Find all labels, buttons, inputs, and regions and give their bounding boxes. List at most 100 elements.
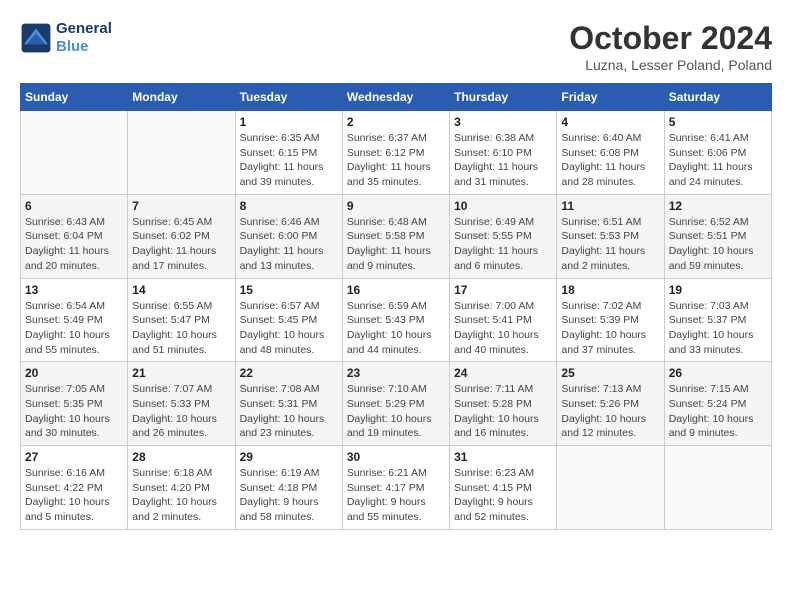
location-title: Luzna, Lesser Poland, Poland xyxy=(569,57,772,73)
day-number: 8 xyxy=(240,199,338,213)
calendar-day-cell: 23Sunrise: 7:10 AM Sunset: 5:29 PM Dayli… xyxy=(342,362,449,446)
day-info: Sunrise: 6:46 AM Sunset: 6:00 PM Dayligh… xyxy=(240,215,338,274)
calendar-table: SundayMondayTuesdayWednesdayThursdayFrid… xyxy=(20,83,772,530)
day-number: 14 xyxy=(132,283,230,297)
month-title: October 2024 xyxy=(569,20,772,57)
page-header: General Blue October 2024 Luzna, Lesser … xyxy=(20,20,772,73)
day-info: Sunrise: 6:35 AM Sunset: 6:15 PM Dayligh… xyxy=(240,131,338,190)
day-info: Sunrise: 6:43 AM Sunset: 6:04 PM Dayligh… xyxy=(25,215,123,274)
day-number: 6 xyxy=(25,199,123,213)
calendar-day-cell: 31 Sunrise: 6:23 AM Sunset: 4:15 PM Dayli… xyxy=(450,446,557,530)
day-info: Sunrise: 7:02 AM Sunset: 5:39 PM Dayligh… xyxy=(561,299,659,358)
day-number: 21 xyxy=(132,366,230,380)
day-header: Saturday xyxy=(664,84,771,111)
day-header: Thursday xyxy=(450,84,557,111)
calendar-day-cell: 13 Sunrise: 6:54 AM Sunset: 5:49 PM Dayli… xyxy=(21,278,128,362)
calendar-day-cell: 16 Sunrise: 6:59 AM Sunset: 5:43 PM Dayli… xyxy=(342,278,449,362)
day-number: 10 xyxy=(454,199,552,213)
day-number: 15 xyxy=(240,283,338,297)
day-number: 19 xyxy=(669,283,767,297)
calendar-day-cell: 14 Sunrise: 6:55 AM Sunset: 5:47 PM Dayli… xyxy=(128,278,235,362)
calendar-day-cell: 15Sunrise: 6:57 AM Sunset: 5:45 PM Dayli… xyxy=(235,278,342,362)
logo: General Blue xyxy=(20,20,112,56)
day-header: Sunday xyxy=(21,84,128,111)
calendar-day-cell xyxy=(21,111,128,195)
day-number: 26 xyxy=(669,366,767,380)
calendar-day-cell: 5Sunrise: 6:41 AM Sunset: 6:06 PM Daylig… xyxy=(664,111,771,195)
day-number: 7 xyxy=(132,199,230,213)
calendar-day-cell: 25 Sunrise: 7:13 AM Sunset: 5:26 PM Dayli… xyxy=(557,362,664,446)
day-header: Friday xyxy=(557,84,664,111)
calendar-day-cell: 26 Sunrise: 7:15 AM Sunset: 5:24 PM Dayli… xyxy=(664,362,771,446)
day-info: Sunrise: 7:15 AM Sunset: 5:24 PM Dayligh… xyxy=(669,382,767,441)
day-info: Sunrise: 6:23 AM Sunset: 4:15 PM Dayligh… xyxy=(454,466,552,525)
day-info: Sunrise: 6:19 AM Sunset: 4:18 PM Dayligh… xyxy=(240,466,338,525)
day-info: Sunrise: 6:18 AM Sunset: 4:20 PM Dayligh… xyxy=(132,466,230,525)
calendar-day-cell: 27 Sunrise: 6:16 AM Sunset: 4:22 PM Dayli… xyxy=(21,446,128,530)
day-number: 23 xyxy=(347,366,445,380)
calendar-day-cell: 24Sunrise: 7:11 AM Sunset: 5:28 PM Dayli… xyxy=(450,362,557,446)
day-number: 3 xyxy=(454,115,552,129)
calendar-week-row: 1Sunrise: 6:35 AM Sunset: 6:15 PM Daylig… xyxy=(21,111,772,195)
day-number: 28 xyxy=(132,450,230,464)
calendar-day-cell: 28 Sunrise: 6:18 AM Sunset: 4:20 PM Dayli… xyxy=(128,446,235,530)
calendar-day-cell: 30 Sunrise: 6:21 AM Sunset: 4:17 PM Dayli… xyxy=(342,446,449,530)
calendar-day-cell: 7 Sunrise: 6:45 AM Sunset: 6:02 PM Daylig… xyxy=(128,194,235,278)
calendar-day-cell: 9Sunrise: 6:48 AM Sunset: 5:58 PM Daylig… xyxy=(342,194,449,278)
calendar-day-cell: 8 Sunrise: 6:46 AM Sunset: 6:00 PM Daylig… xyxy=(235,194,342,278)
day-number: 18 xyxy=(561,283,659,297)
day-number: 2 xyxy=(347,115,445,129)
day-number: 22 xyxy=(240,366,338,380)
day-info: Sunrise: 6:45 AM Sunset: 6:02 PM Dayligh… xyxy=(132,215,230,274)
day-info: Sunrise: 7:11 AM Sunset: 5:28 PM Dayligh… xyxy=(454,382,552,441)
calendar-day-cell xyxy=(664,446,771,530)
calendar-day-cell: 6 Sunrise: 6:43 AM Sunset: 6:04 PM Daylig… xyxy=(21,194,128,278)
day-info: Sunrise: 6:38 AM Sunset: 6:10 PM Dayligh… xyxy=(454,131,552,190)
calendar-day-cell: 12 Sunrise: 6:52 AM Sunset: 5:51 PM Dayli… xyxy=(664,194,771,278)
day-info: Sunrise: 7:00 AM Sunset: 5:41 PM Dayligh… xyxy=(454,299,552,358)
calendar-day-cell: 4Sunrise: 6:40 AM Sunset: 6:08 PM Daylig… xyxy=(557,111,664,195)
title-area: October 2024 Luzna, Lesser Poland, Polan… xyxy=(569,20,772,73)
day-number: 20 xyxy=(25,366,123,380)
day-header: Monday xyxy=(128,84,235,111)
day-info: Sunrise: 7:08 AM Sunset: 5:31 PM Dayligh… xyxy=(240,382,338,441)
day-info: Sunrise: 6:51 AM Sunset: 5:53 PM Dayligh… xyxy=(561,215,659,274)
day-number: 27 xyxy=(25,450,123,464)
calendar-day-cell: 2 Sunrise: 6:37 AM Sunset: 6:12 PM Daylig… xyxy=(342,111,449,195)
calendar-day-cell: 29Sunrise: 6:19 AM Sunset: 4:18 PM Dayli… xyxy=(235,446,342,530)
calendar-day-cell: 19 Sunrise: 7:03 AM Sunset: 5:37 PM Dayli… xyxy=(664,278,771,362)
calendar-day-cell: 3 Sunrise: 6:38 AM Sunset: 6:10 PM Daylig… xyxy=(450,111,557,195)
calendar-day-cell: 10 Sunrise: 6:49 AM Sunset: 5:55 PM Dayli… xyxy=(450,194,557,278)
calendar-week-row: 27 Sunrise: 6:16 AM Sunset: 4:22 PM Dayli… xyxy=(21,446,772,530)
day-info: Sunrise: 7:07 AM Sunset: 5:33 PM Dayligh… xyxy=(132,382,230,441)
day-number: 13 xyxy=(25,283,123,297)
calendar-day-cell: 17 Sunrise: 7:00 AM Sunset: 5:41 PM Dayli… xyxy=(450,278,557,362)
day-info: Sunrise: 7:13 AM Sunset: 5:26 PM Dayligh… xyxy=(561,382,659,441)
day-info: Sunrise: 7:03 AM Sunset: 5:37 PM Dayligh… xyxy=(669,299,767,358)
day-info: Sunrise: 6:37 AM Sunset: 6:12 PM Dayligh… xyxy=(347,131,445,190)
day-info: Sunrise: 6:21 AM Sunset: 4:17 PM Dayligh… xyxy=(347,466,445,525)
day-info: Sunrise: 6:59 AM Sunset: 5:43 PM Dayligh… xyxy=(347,299,445,358)
day-header: Tuesday xyxy=(235,84,342,111)
day-number: 31 xyxy=(454,450,552,464)
calendar-week-row: 13 Sunrise: 6:54 AM Sunset: 5:49 PM Dayli… xyxy=(21,278,772,362)
day-info: Sunrise: 6:16 AM Sunset: 4:22 PM Dayligh… xyxy=(25,466,123,525)
day-number: 16 xyxy=(347,283,445,297)
day-info: Sunrise: 6:55 AM Sunset: 5:47 PM Dayligh… xyxy=(132,299,230,358)
calendar-week-row: 6 Sunrise: 6:43 AM Sunset: 6:04 PM Daylig… xyxy=(21,194,772,278)
day-number: 30 xyxy=(347,450,445,464)
day-info: Sunrise: 6:48 AM Sunset: 5:58 PM Dayligh… xyxy=(347,215,445,274)
day-number: 12 xyxy=(669,199,767,213)
day-info: Sunrise: 6:40 AM Sunset: 6:08 PM Dayligh… xyxy=(561,131,659,190)
day-number: 25 xyxy=(561,366,659,380)
day-number: 17 xyxy=(454,283,552,297)
calendar-day-cell xyxy=(557,446,664,530)
day-info: Sunrise: 6:54 AM Sunset: 5:49 PM Dayligh… xyxy=(25,299,123,358)
logo-icon xyxy=(20,22,52,54)
day-info: Sunrise: 6:41 AM Sunset: 6:06 PM Dayligh… xyxy=(669,131,767,190)
day-header: Wednesday xyxy=(342,84,449,111)
calendar-day-cell: 21 Sunrise: 7:07 AM Sunset: 5:33 PM Dayli… xyxy=(128,362,235,446)
day-info: Sunrise: 6:52 AM Sunset: 5:51 PM Dayligh… xyxy=(669,215,767,274)
day-info: Sunrise: 6:49 AM Sunset: 5:55 PM Dayligh… xyxy=(454,215,552,274)
calendar-day-cell: 11Sunrise: 6:51 AM Sunset: 5:53 PM Dayli… xyxy=(557,194,664,278)
